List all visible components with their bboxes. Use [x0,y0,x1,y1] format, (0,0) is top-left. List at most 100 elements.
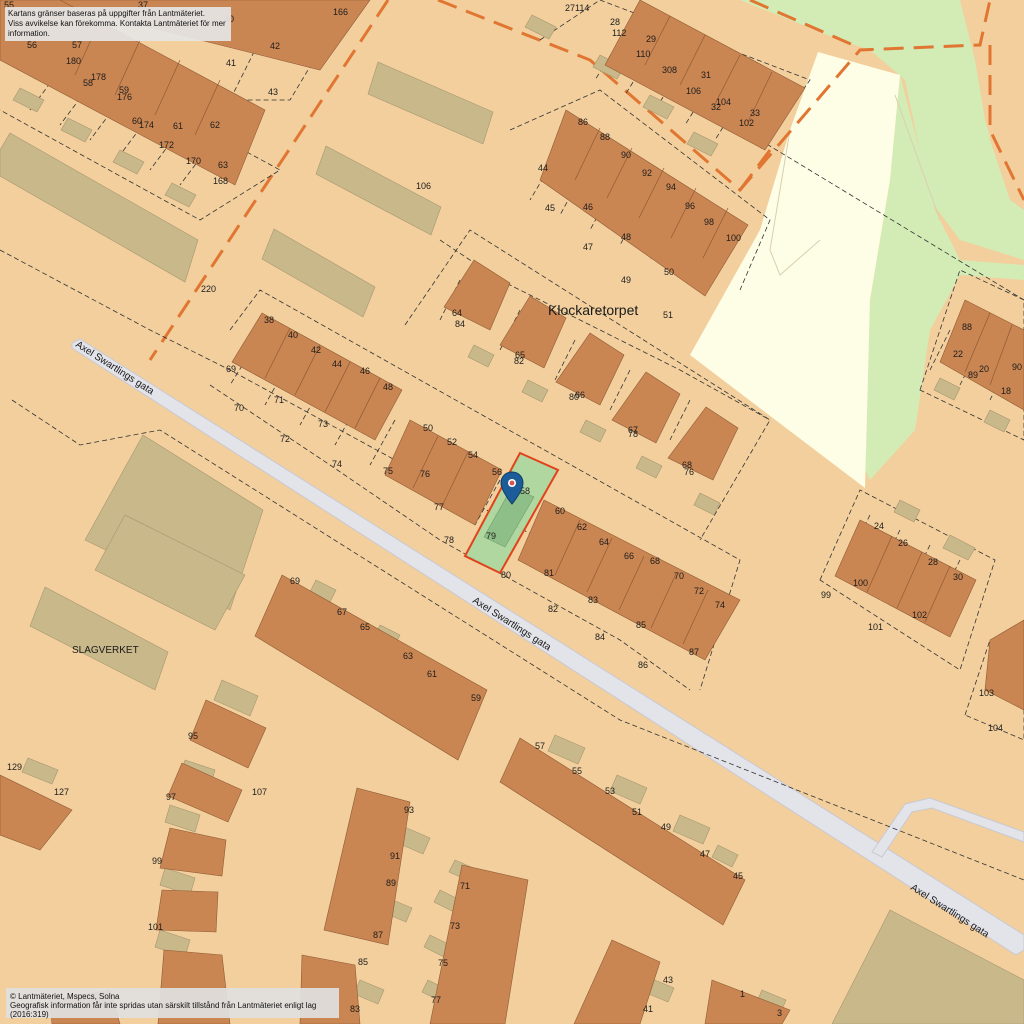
house-number: 43 [663,975,673,985]
house-number: 31 [701,70,711,80]
house-number: 82 [514,356,524,366]
house-number: 67 [337,607,347,617]
house-number: 71 [274,395,284,405]
house-number: 102 [739,118,754,128]
house-number: 26 [898,538,908,548]
house-number: 98 [704,217,714,227]
house-number: 65 [360,622,370,632]
house-number: 38 [264,315,274,325]
house-number: 106 [416,181,431,191]
house-number: 70 [234,403,244,413]
house-number: 69 [290,576,300,586]
location-pin-icon[interactable] [500,471,524,505]
house-number: 89 [386,878,396,888]
house-number: 66 [624,551,634,561]
house-number: 71 [460,881,470,891]
house-number: 49 [661,822,671,832]
house-number: 176 [117,92,132,102]
house-number: 55 [572,766,582,776]
house-number: 62 [210,120,220,130]
house-number: 41 [226,58,236,68]
house-number: 83 [350,1004,360,1014]
house-number: 76 [684,467,694,477]
house-number: 180 [66,56,81,66]
house-number: 44 [332,359,342,369]
house-number: 68 [650,556,660,566]
house-number: 29 [646,34,656,44]
house-number: 73 [450,921,460,931]
house-number: 80 [569,392,579,402]
house-number: 86 [638,660,648,670]
map-copyright: © Lantmäteriet, Mspecs, Solna Geografisk… [6,988,339,1019]
house-number: 47 [583,242,593,252]
house-number: 47 [700,849,710,859]
house-number: 63 [403,651,413,661]
house-number: 24 [874,521,884,531]
house-number: 77 [431,995,441,1005]
house-number: 30 [953,572,963,582]
property-map[interactable]: Klockaretorpet SLAGVERKET Axel Swartling… [0,0,1024,1024]
house-number: 93 [404,805,414,815]
house-number: 99 [821,590,831,600]
house-number: 87 [689,647,699,657]
house-number: 103 [979,688,994,698]
house-number: 102 [912,610,927,620]
house-number: 86 [578,117,588,127]
house-number: 43 [268,87,278,97]
house-number: 54 [468,450,478,460]
house-number: 44 [538,163,548,173]
house-number: 110 [636,49,650,59]
house-number: 64 [599,537,609,547]
house-number: 96 [685,201,695,211]
house-number: 100 [726,233,741,243]
house-number: 48 [621,232,631,242]
house-number: 174 [139,120,154,130]
house-number: 32 [711,102,721,112]
house-number: 50 [423,423,433,433]
house-number: 51 [632,807,642,817]
house-number: 101 [868,622,883,632]
house-number: 45 [545,203,555,213]
house-number: 74 [332,459,342,469]
house-number: 46 [360,366,370,376]
house-number: 168 [213,176,228,186]
house-number: 75 [438,958,448,968]
house-number: 70 [674,571,684,581]
house-number: 49 [621,275,631,285]
house-number: 50 [664,267,674,277]
house-number: 72 [280,434,290,444]
copyright-line-2: Geografisk information får inte spridas … [10,1001,317,1019]
house-number: 178 [91,72,106,82]
house-number: 84 [455,319,465,329]
house-number: 80 [501,570,511,580]
house-number: 63 [218,160,228,170]
house-number: 27114 [565,3,589,13]
house-number: 88 [962,322,972,332]
house-number: 85 [636,620,646,630]
house-number: 87 [373,930,383,940]
house-number: 20 [979,364,989,374]
house-number: 42 [270,41,280,51]
house-number: 33 [750,108,760,118]
house-number: 61 [173,121,183,131]
house-number: 79 [486,531,496,541]
copyright-line-1: © Lantmäteriet, Mspecs, Solna [10,992,120,1001]
house-number: 48 [383,382,393,392]
house-number: 60 [555,506,565,516]
place-label-slagverket: SLAGVERKET [72,645,139,656]
house-number: 166 [333,7,348,17]
house-number: 91 [390,851,400,861]
house-number: 57 [535,741,545,751]
house-number: 90 [621,150,631,160]
house-number: 94 [666,182,676,192]
house-number: 52 [447,437,457,447]
house-number: 18 [1001,386,1011,396]
house-number: 100 [853,578,868,588]
house-number: 97 [166,792,176,802]
house-number: 220 [201,284,216,294]
house-number: 101 [148,922,163,932]
house-number: 104 [988,723,1003,733]
house-number: 107 [252,787,267,797]
house-number: 89 [968,370,978,380]
house-number: 57 [72,40,82,50]
